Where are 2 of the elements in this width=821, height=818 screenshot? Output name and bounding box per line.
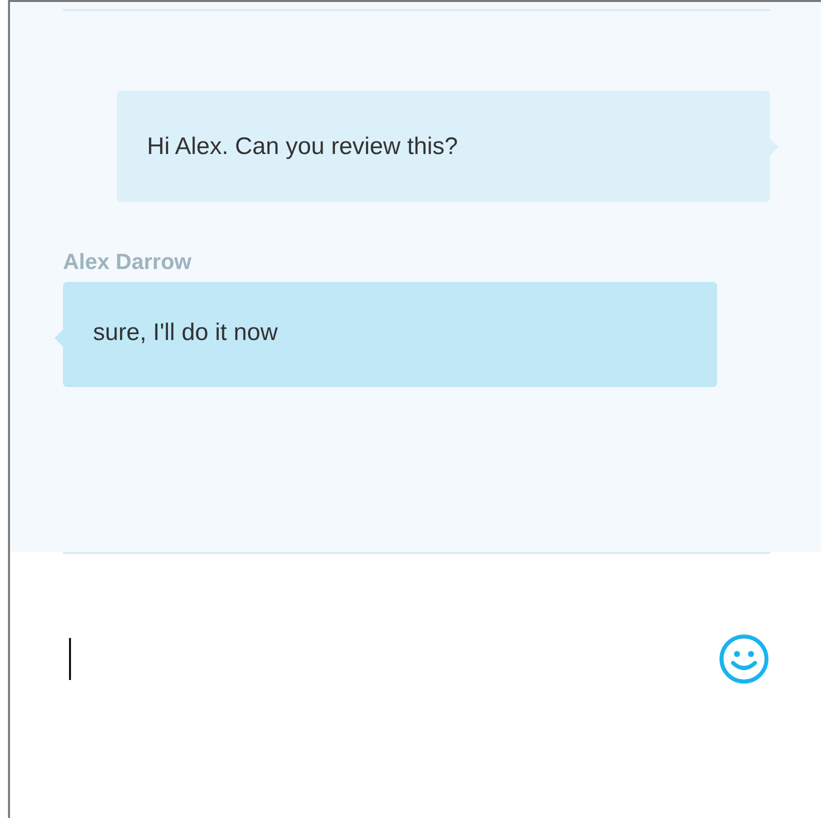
sender-name: Alex Darrow <box>63 248 192 276</box>
smiley-icon[interactable] <box>718 633 770 685</box>
